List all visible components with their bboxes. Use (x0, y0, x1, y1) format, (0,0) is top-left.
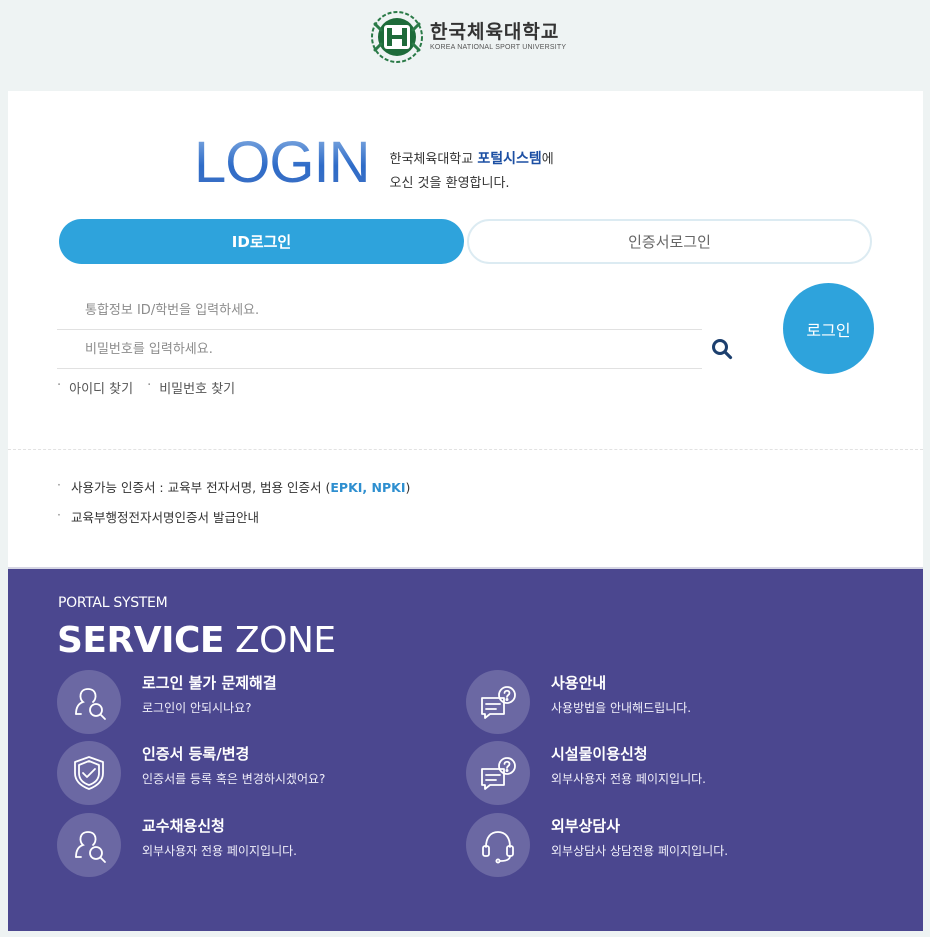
login-button[interactable]: 로그인 (783, 283, 874, 374)
search-icon[interactable] (711, 338, 733, 360)
service-item-desc: 사용방법을 안내해드립니다. (551, 701, 692, 715)
cert-types: EPKI, NPKI (330, 480, 406, 495)
cert-notice-prefix: 사용가능 인증서 : 교육부 전자서명, 범용 인증서 ( (70, 480, 331, 495)
password-input[interactable] (57, 330, 702, 368)
welcome-highlight: 포털시스템 (477, 151, 542, 167)
service-item-title: 외부상담사 (551, 817, 621, 835)
bullet: · (57, 477, 61, 492)
service-item-guide[interactable]: 사용안내 사용방법을 안내해드립니다. (466, 670, 691, 734)
service-item-desc: 외부상담사 상담전용 페이지입니다. (551, 844, 729, 858)
service-item-desc: 외부사용자 전용 페이지입니다. (551, 772, 706, 786)
service-item-desc: 외부사용자 전용 페이지입니다. (142, 844, 297, 858)
tab-id-login[interactable]: ID로그인 (59, 219, 464, 264)
id-input[interactable] (57, 291, 702, 329)
service-item-title: 사용안내 (551, 674, 607, 692)
chat-question-icon (466, 741, 530, 805)
service-item-title: 인증서 등록/변경 (142, 745, 250, 763)
university-logo[interactable]: 한국체육대학교 KOREA NATIONAL SPORT UNIVERSITY (370, 10, 566, 64)
service-title-light: ZONE (224, 620, 336, 661)
login-heading: LOGIN (194, 130, 370, 195)
school-name-kr: 한국체육대학교 (430, 21, 560, 43)
service-item-cert-register[interactable]: 인증서 등록/변경 인증서를 등록 혹은 변경하시겠어요? (57, 741, 325, 805)
user-search-icon (57, 670, 121, 734)
password-field (57, 330, 702, 369)
bullet: · (147, 378, 152, 393)
welcome-line2: 오신 것을 환영합니다. (389, 176, 510, 191)
cert-notice: · 사용가능 인증서 : 교육부 전자서명, 범용 인증서 (EPKI, NPK… (57, 477, 410, 496)
service-item-faculty-recruit[interactable]: 교수채용신청 외부사용자 전용 페이지입니다. (57, 813, 297, 877)
user-search-icon (57, 813, 121, 877)
login-hero: LOGIN 한국체육대학교 포털시스템에 오신 것을 환영합니다. (194, 130, 554, 196)
login-panel: LOGIN 한국체육대학교 포털시스템에 오신 것을 환영합니다. ID로그인 … (8, 91, 923, 567)
find-id-link[interactable]: 아이디 찾기 (69, 378, 133, 397)
service-zone-title: SERVICE ZONE (57, 619, 336, 663)
cert-issue-guide-link[interactable]: 교육부행정전자서명인증서 발급안내 (71, 507, 259, 526)
shield-check-icon (57, 741, 121, 805)
university-emblem-icon (371, 11, 423, 63)
service-item-login-help[interactable]: 로그인 불가 문제해결 로그인이 안되시나요? (57, 670, 277, 734)
service-title-bold: SERVICE (57, 620, 225, 661)
service-item-title: 교수채용신청 (142, 817, 225, 835)
service-item-title: 시설물이용신청 (551, 745, 648, 763)
school-name-en: KOREA NATIONAL SPORT UNIVERSITY (430, 44, 567, 51)
service-item-desc: 로그인이 안되시나요? (142, 701, 252, 715)
welcome-prefix: 한국체육대학교 (389, 152, 478, 167)
service-item-counselor[interactable]: 외부상담사 외부상담사 상담전용 페이지입니다. (466, 813, 728, 877)
welcome-suffix: 에 (541, 152, 554, 167)
cert-notice-suffix: ) (405, 480, 411, 495)
chat-question-icon (466, 670, 530, 734)
find-password-link[interactable]: 비밀번호 찾기 (159, 378, 235, 397)
headset-icon (466, 813, 530, 877)
find-account-links: · 아이디 찾기 · 비밀번호 찾기 (57, 378, 249, 397)
cert-issue-guide[interactable]: · 교육부행정전자서명인증서 발급안내 (57, 507, 259, 526)
service-item-facility[interactable]: 시설물이용신청 외부사용자 전용 페이지입니다. (466, 741, 706, 805)
divider (8, 449, 923, 450)
service-zone: PORTAL SYSTEM SERVICE ZONE 로그인 불가 문제해결 로… (8, 567, 923, 931)
portal-system-label: PORTAL SYSTEM (58, 595, 168, 611)
service-item-title: 로그인 불가 문제해결 (142, 674, 277, 692)
tab-cert-login[interactable]: 인증서로그인 (467, 219, 872, 264)
bullet: · (57, 507, 61, 522)
welcome-message: 한국체육대학교 포털시스템에 오신 것을 환영합니다. (390, 147, 554, 196)
bullet: · (57, 378, 62, 393)
id-field (57, 291, 702, 330)
service-item-desc: 인증서를 등록 혹은 변경하시겠어요? (142, 772, 326, 786)
page-header: 한국체육대학교 KOREA NATIONAL SPORT UNIVERSITY (0, 0, 930, 91)
